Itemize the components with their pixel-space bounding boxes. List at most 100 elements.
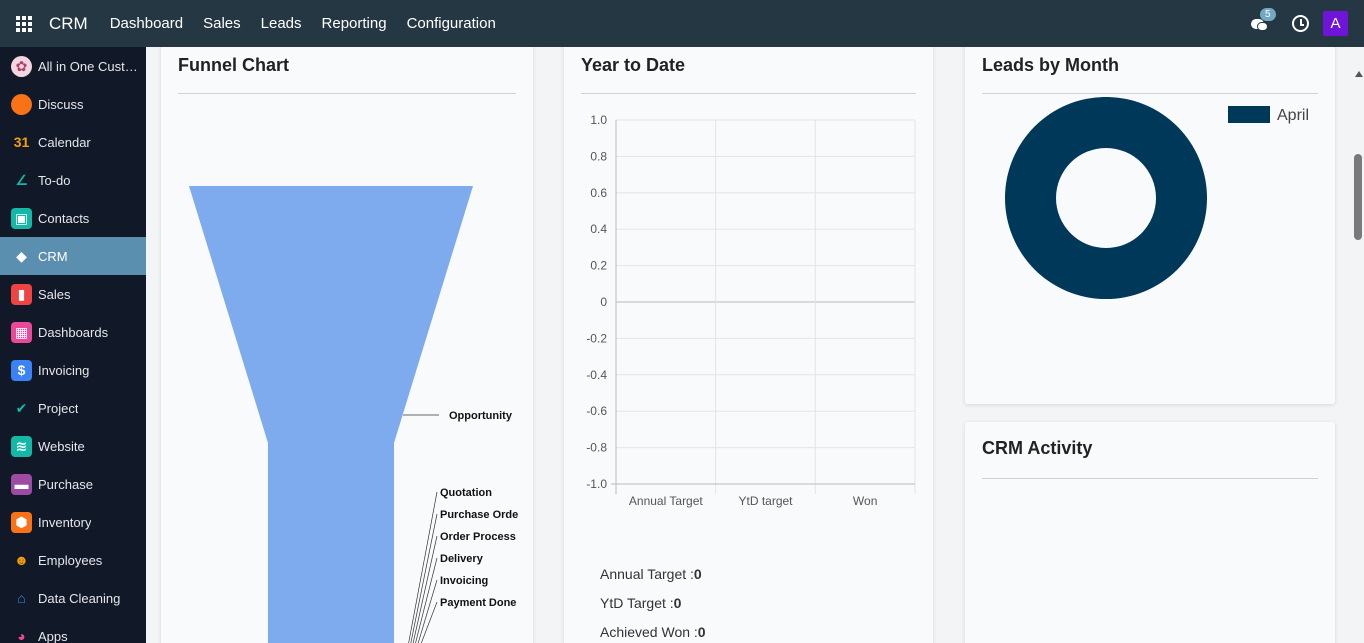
calendar-icon: 31	[11, 131, 32, 153]
scrollbar-thumb[interactable]	[1354, 154, 1362, 240]
y-tick-label: -0.8	[586, 441, 607, 455]
sidebar-item-dashboards[interactable]: ▦ Dashboards	[0, 313, 146, 351]
y-tick-label: 1.0	[590, 113, 607, 127]
y-tick-label: 0.6	[590, 186, 607, 200]
leads-by-month-title: Leads by Month	[982, 55, 1120, 75]
funnel-chart: Opportunity Quotation Purchase Orde Order P…	[189, 186, 518, 643]
achieved-won-value: 0	[697, 624, 706, 640]
sidebar-item-customer[interactable]: ✿ All in One Cust…	[0, 47, 146, 85]
user-avatar[interactable]: A	[1323, 11, 1348, 36]
divider	[982, 478, 1318, 479]
y-tick-label: -0.6	[586, 404, 607, 418]
legend-label[interactable]: April	[1277, 107, 1309, 124]
x-tick-label: YtD target	[738, 494, 793, 508]
menu-leads[interactable]: Leads	[251, 15, 312, 32]
customer-icon: ✿	[11, 55, 32, 77]
scroll-up-arrow-icon[interactable]	[1355, 71, 1363, 77]
annual-target-value: 0	[693, 566, 702, 582]
y-tick-label: 0.8	[590, 149, 607, 163]
donut-slice-april[interactable]	[1005, 97, 1207, 299]
sidebar-item-apps[interactable]: ◕ Apps	[0, 617, 146, 643]
sidebar-item-label: Inventory	[38, 514, 92, 530]
app-brand[interactable]: CRM	[49, 14, 88, 34]
achieved-won-stat: Achieved Won :0	[600, 624, 706, 640]
x-tick-label: Won	[853, 494, 877, 508]
dashboard-main: Funnel Chart Opportunity Quotation Purchas…	[146, 47, 1364, 643]
crm-activity-title: CRM Activity	[982, 438, 1093, 458]
sidebar-item-label: Sales	[38, 286, 71, 302]
menu-reporting[interactable]: Reporting	[312, 15, 397, 32]
discuss-icon	[11, 93, 32, 115]
sidebar-item-label: Apps	[38, 628, 68, 643]
year-to-date-bar-chart: 1.0 0.8 0.6 0.4 0.2 0 -0.2 -0.4 -0.6 -0.8 -1.0 Annu…	[586, 113, 916, 508]
menu-sales[interactable]: Sales	[193, 15, 251, 32]
funnel-stage-label: Invoicing	[440, 575, 488, 587]
project-icon: ✔	[11, 397, 32, 419]
sidebar-item-discuss[interactable]: Discuss	[0, 85, 146, 123]
messages-count-badge: 5	[1260, 7, 1276, 21]
ytd-target-label: YtD Target :	[600, 595, 674, 611]
sidebar-item-sales[interactable]: ▮ Sales	[0, 275, 146, 313]
activity-clock-icon[interactable]	[1292, 15, 1309, 32]
y-tick-label: 0	[600, 295, 607, 309]
sidebar-item-label: CRM	[38, 248, 68, 264]
sidebar-item-label: Purchase	[38, 476, 93, 492]
funnel-stage-label: Order Process	[440, 531, 516, 543]
apps-menu-icon[interactable]	[16, 15, 32, 32]
sales-icon: ▮	[11, 283, 32, 305]
leads-by-month-card: Leads by Month April	[965, 47, 1335, 404]
funnel-stage-label: Quotation	[440, 487, 492, 499]
sidebar-item-label: All in One Cust…	[38, 58, 138, 74]
legend-swatch	[1228, 106, 1270, 123]
invoicing-icon: $	[11, 359, 32, 381]
sidebar-item-purchase[interactable]: ▬ Purchase	[0, 465, 146, 503]
sidebar-item-data-cleaning[interactable]: ⌂ Data Cleaning	[0, 579, 146, 617]
data-cleaning-icon: ⌂	[11, 587, 32, 609]
sidebar-item-calendar[interactable]: 31 Calendar	[0, 123, 146, 161]
sidebar-item-label: Project	[38, 400, 79, 416]
annual-target-stat: Annual Target :0	[600, 566, 702, 582]
y-tick-label: 0.4	[590, 222, 607, 236]
ytd-target-stat: YtD Target :0	[600, 595, 681, 611]
menu-dashboard[interactable]: Dashboard	[100, 15, 193, 32]
sidebar-item-label: Dashboards	[38, 324, 109, 340]
sidebar-item-label: Employees	[38, 552, 103, 568]
sidebar-item-project[interactable]: ✔ Project	[0, 389, 146, 427]
crm-icon: ◆	[11, 245, 32, 267]
page-scrollbar[interactable]	[1352, 47, 1364, 643]
employees-icon: ☻	[11, 549, 32, 571]
sidebar-item-contacts[interactable]: ▣ Contacts	[0, 199, 146, 237]
sidebar-item-label: Invoicing	[38, 362, 90, 378]
crm-activity-card: CRM Activity	[965, 422, 1335, 643]
sidebar-item-todo[interactable]: ∠ To-do	[0, 161, 146, 199]
sidebar-item-crm[interactable]: ◆ CRM	[0, 237, 146, 275]
messages-icon[interactable]: 5	[1250, 7, 1276, 34]
y-tick-label: -1.0	[586, 477, 607, 491]
inventory-icon: ⬢	[11, 511, 32, 533]
top-navbar: CRM Dashboard Sales Leads Reporting Conf…	[0, 0, 1364, 47]
menu-configuration[interactable]: Configuration	[397, 15, 506, 32]
funnel-shape[interactable]	[189, 186, 473, 643]
y-tick-label: -0.4	[586, 368, 607, 382]
todo-icon: ∠	[11, 169, 32, 191]
y-tick-label: 0.2	[590, 259, 607, 273]
achieved-won-label: Achieved Won :	[600, 624, 698, 640]
top-menu: Dashboard Sales Leads Reporting Configur…	[100, 15, 506, 32]
sidebar-item-label: Website	[38, 438, 85, 454]
sidebar-item-invoicing[interactable]: $ Invoicing	[0, 351, 146, 389]
funnel-stage-label: Purchase Orde	[440, 509, 518, 521]
divider	[581, 93, 916, 94]
sidebar-item-label: Discuss	[38, 96, 84, 112]
contacts-icon: ▣	[11, 207, 32, 229]
annual-target-label: Annual Target :	[600, 566, 694, 582]
sidebar-item-label: To-do	[38, 172, 71, 188]
sidebar-item-website[interactable]: ≋ Website	[0, 427, 146, 465]
funnel-stage-label: Delivery	[440, 553, 484, 565]
year-to-date-title: Year to Date	[581, 55, 686, 75]
y-tick-label: -0.2	[586, 331, 607, 345]
x-tick-label: Annual Target	[629, 494, 704, 508]
sidebar-item-label: Data Cleaning	[38, 590, 121, 606]
sidebar-item-employees[interactable]: ☻ Employees	[0, 541, 146, 579]
purchase-icon: ▬	[11, 473, 32, 495]
sidebar-item-inventory[interactable]: ⬢ Inventory	[0, 503, 146, 541]
